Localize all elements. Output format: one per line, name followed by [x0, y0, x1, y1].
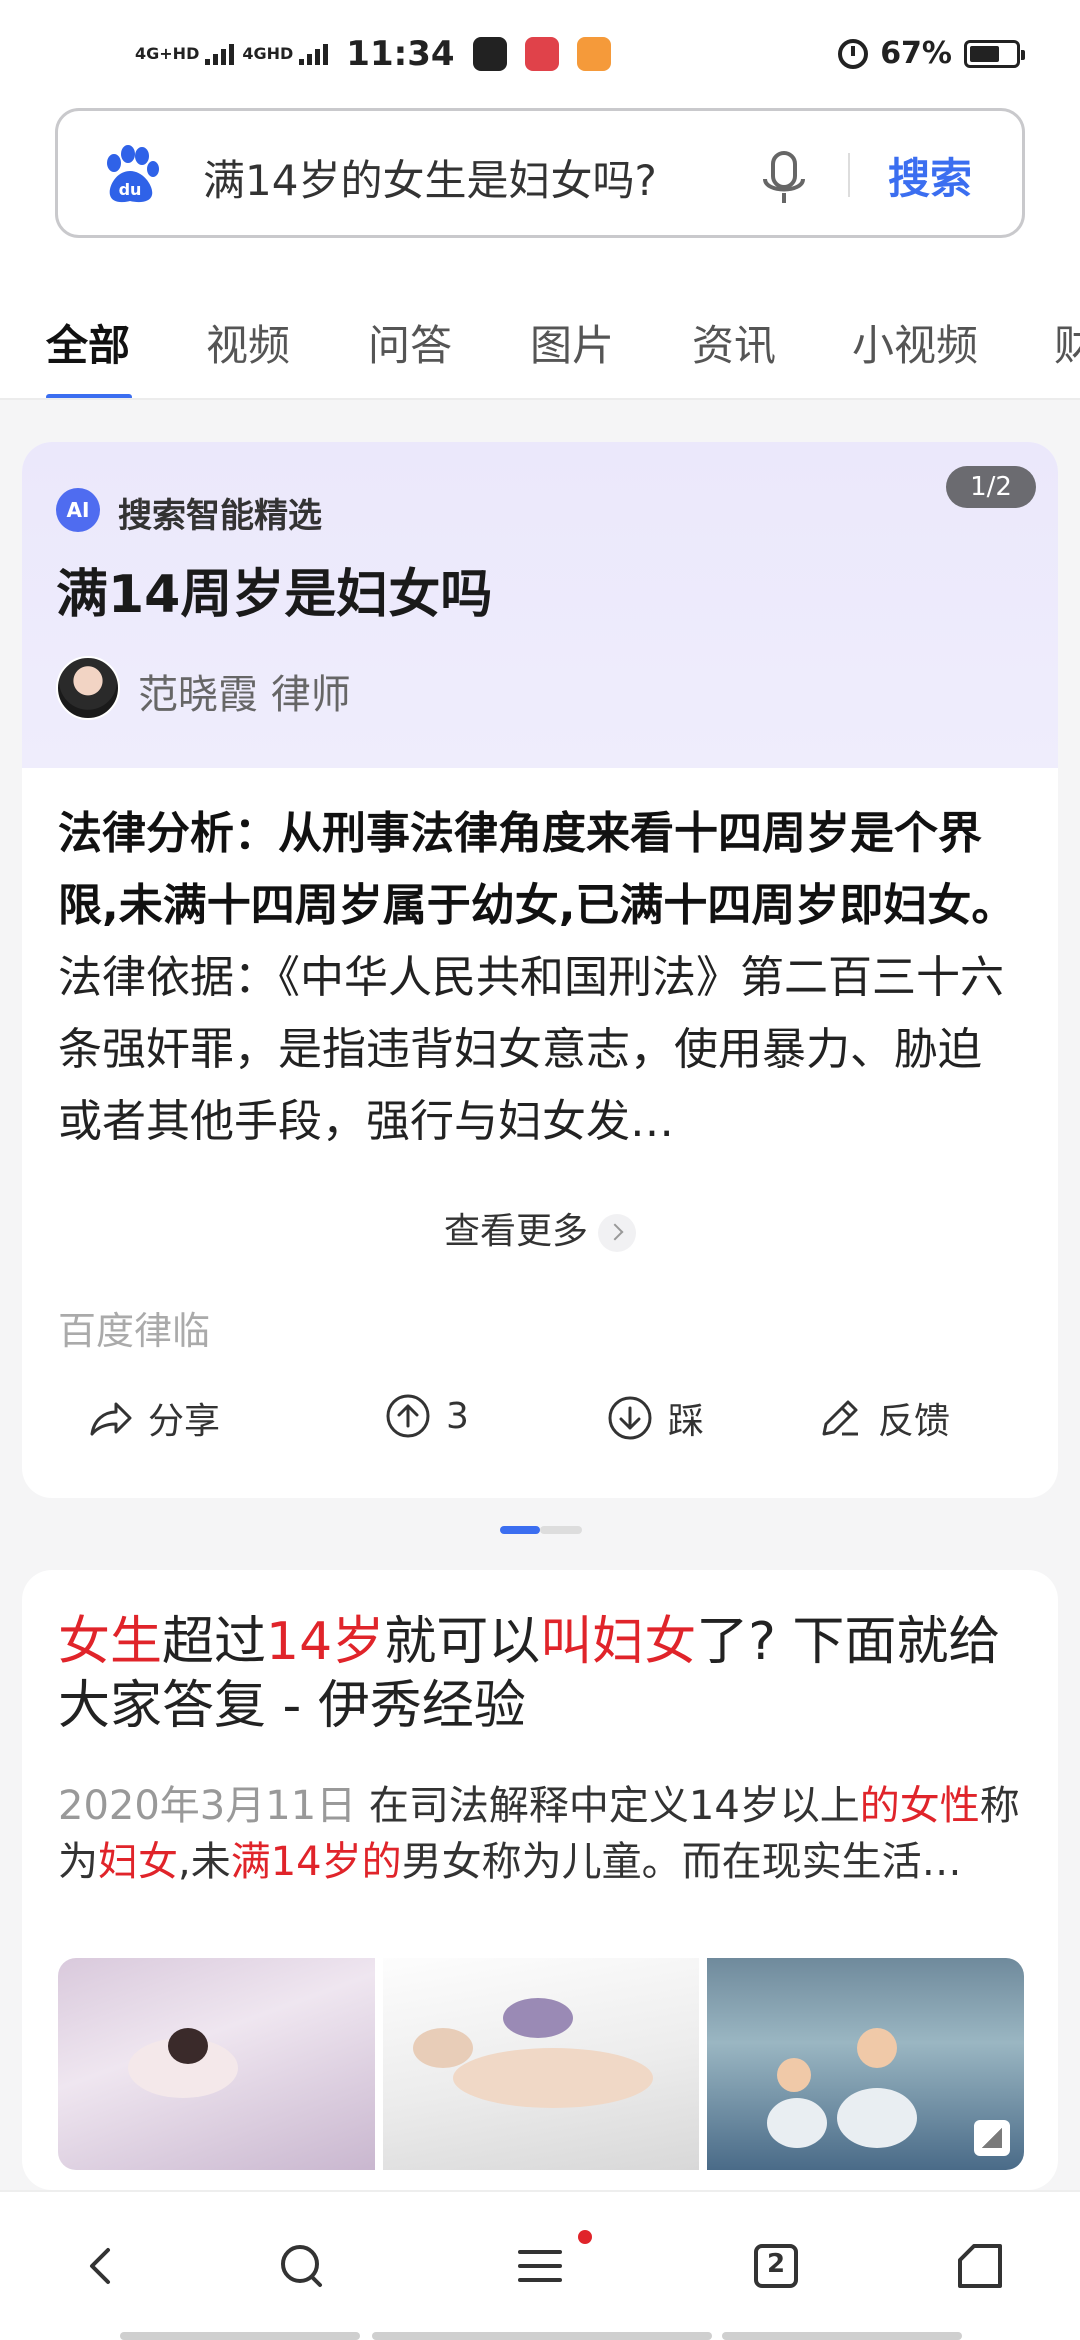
snippet-text: ,未: [178, 1839, 231, 1885]
snippet-text: 在司法解释中定义14岁以上: [356, 1783, 860, 1829]
carousel-dot-active: [500, 1526, 540, 1534]
result-image[interactable]: [58, 1958, 375, 2170]
ai-answer-card[interactable]: AI 搜索智能精选 1/2 满14周岁是妇女吗 范晓霞 律师 法律分析：从刑事法…: [22, 442, 1058, 1498]
tab-video[interactable]: 视频: [206, 312, 290, 373]
ai-card-label: 搜索智能精选: [118, 496, 322, 536]
red-app-icon: [524, 37, 559, 71]
tabs-count: 2: [766, 2249, 786, 2279]
pencil-icon: [822, 1400, 858, 1436]
home-icon: [958, 2244, 1002, 2288]
bottom-navigation: 2: [0, 2190, 1080, 2340]
tab-qa[interactable]: 问答: [368, 312, 452, 373]
filter-tabs: 全部 视频 问答 图片 资讯 小视频 财: [0, 276, 1080, 400]
upvote-count: 3: [446, 1395, 469, 1437]
feedback-label: 反馈: [878, 1401, 951, 1442]
result-image[interactable]: [707, 1958, 1024, 2170]
network-4ghd: 4GHD: [242, 44, 294, 63]
title-highlight: 14岁: [266, 1612, 385, 1672]
ai-icon: AI: [56, 488, 100, 532]
signal-icon: [299, 43, 329, 65]
search-result-card[interactable]: 女生超过14岁就可以叫妇女了? 下面就给大家答复 - 伊秀经验 2020年3月1…: [22, 1570, 1058, 2190]
search-box[interactable]: du 满14岁的女生是妇女吗? 搜索: [55, 108, 1025, 238]
result-title-link[interactable]: 女生超过14岁就可以叫妇女了? 下面就给大家答复 - 伊秀经验: [58, 1610, 1024, 1738]
answer-bold-text: 法律分析：从刑事法律角度来看十四周岁是个界限,未满十四周岁属于幼女,已满十四周岁…: [58, 808, 1016, 931]
downvote-button[interactable]: 踩: [606, 1392, 704, 1444]
active-tab-indicator: [46, 394, 132, 398]
battery-icon: [964, 39, 1025, 68]
title-highlight: 女生: [58, 1612, 163, 1672]
answer-actions: 分享 3 踩 反馈: [22, 1392, 1058, 1452]
tabs-button[interactable]: 2: [746, 2236, 806, 2296]
search-header: du 满14岁的女生是妇女吗? 搜索: [0, 100, 1080, 276]
result-snippet: 2020年3月11日 在司法解释中定义14岁以上的女性称为妇女,未满14岁的男女…: [58, 1778, 1028, 1890]
chevron-right-icon: [598, 1214, 636, 1252]
search-query-input[interactable]: 满14岁的女生是妇女吗?: [203, 147, 657, 208]
share-button[interactable]: 分享: [86, 1392, 220, 1444]
capcut-app-icon: [472, 37, 507, 71]
tab-finance[interactable]: 财: [1054, 312, 1080, 373]
view-more-button[interactable]: 查看更多: [22, 1202, 1058, 1254]
back-button[interactable]: [72, 2236, 132, 2296]
ai-answer-text: 法律分析：从刑事法律角度来看十四周岁是个界限,未满十四周岁属于幼女,已满十四周岁…: [58, 798, 1024, 1158]
orange-app-icon: [576, 37, 611, 71]
answer-source[interactable]: 百度律临: [58, 1300, 210, 1355]
ai-card-title[interactable]: 满14周岁是妇女吗: [56, 552, 492, 627]
menu-button[interactable]: [510, 2236, 570, 2296]
title-text: 就可以: [384, 1612, 541, 1672]
tab-images[interactable]: 图片: [530, 312, 614, 373]
search-nav-button[interactable]: [272, 2236, 332, 2296]
arrow-up-circle-icon: [386, 1394, 430, 1438]
back-icon: [90, 2248, 110, 2284]
snippet-highlight: 满14岁的: [230, 1839, 402, 1885]
svg-text:du: du: [119, 180, 142, 199]
snippet-text: 男女称为儿童。而在现实生活…: [401, 1839, 962, 1885]
microphone-icon[interactable]: [758, 149, 810, 207]
title-text: 超过: [162, 1612, 267, 1672]
downvote-label: 踩: [668, 1401, 705, 1442]
upvote-button[interactable]: 3: [384, 1392, 469, 1440]
tab-all[interactable]: 全部: [46, 312, 130, 373]
carousel-indicator: [500, 1526, 582, 1534]
feedback-button[interactable]: 反馈: [816, 1392, 950, 1444]
search-button[interactable]: 搜索: [888, 145, 972, 206]
tab-short-video[interactable]: 小视频: [852, 312, 978, 373]
home-button[interactable]: [950, 2236, 1010, 2296]
result-date: 2020年3月11日: [58, 1783, 357, 1829]
share-icon: [90, 1402, 132, 1436]
answer-rest-text: 法律依据：《中华人民共和国刑法》第二百三十六条强奸罪，是指违背妇女意志，使用暴力…: [58, 952, 1004, 1147]
share-label: 分享: [148, 1401, 221, 1442]
result-image[interactable]: [382, 1958, 700, 2170]
lawyer-avatar[interactable]: [56, 656, 120, 720]
search-icon: [281, 2245, 322, 2287]
arrow-down-circle-icon: [608, 1396, 652, 1440]
view-more-label: 查看更多: [443, 1211, 588, 1252]
menu-icon: [518, 2250, 562, 2282]
lawyer-name[interactable]: 范晓霞 律师: [138, 662, 351, 720]
signal-icon: [205, 43, 235, 65]
tab-news[interactable]: 资讯: [692, 312, 776, 373]
baidu-paw-logo-icon[interactable]: du: [98, 143, 162, 207]
expand-image-icon[interactable]: [974, 2120, 1011, 2156]
notification-dot: [578, 2230, 592, 2244]
battery-percent: 67%: [880, 36, 952, 71]
status-bar: 4G+HD 4GHD 11:34 67%: [0, 0, 1080, 100]
title-highlight: 叫妇女: [540, 1612, 697, 1672]
ai-card-header: AI 搜索智能精选 1/2 满14周岁是妇女吗 范晓霞 律师: [22, 442, 1058, 768]
snippet-highlight: 的女性: [859, 1783, 980, 1829]
result-images: [58, 1958, 1024, 2170]
snippet-highlight: 妇女: [98, 1839, 178, 1885]
alarm-icon: [838, 38, 869, 69]
divider: [848, 153, 850, 197]
network-4g-plus-hd: 4G+HD: [135, 44, 200, 63]
card-pager: 1/2: [946, 466, 1036, 508]
gesture-bar: [0, 2332, 1080, 2340]
clock: 11:34: [346, 34, 455, 74]
carousel-dot: [540, 1526, 582, 1534]
